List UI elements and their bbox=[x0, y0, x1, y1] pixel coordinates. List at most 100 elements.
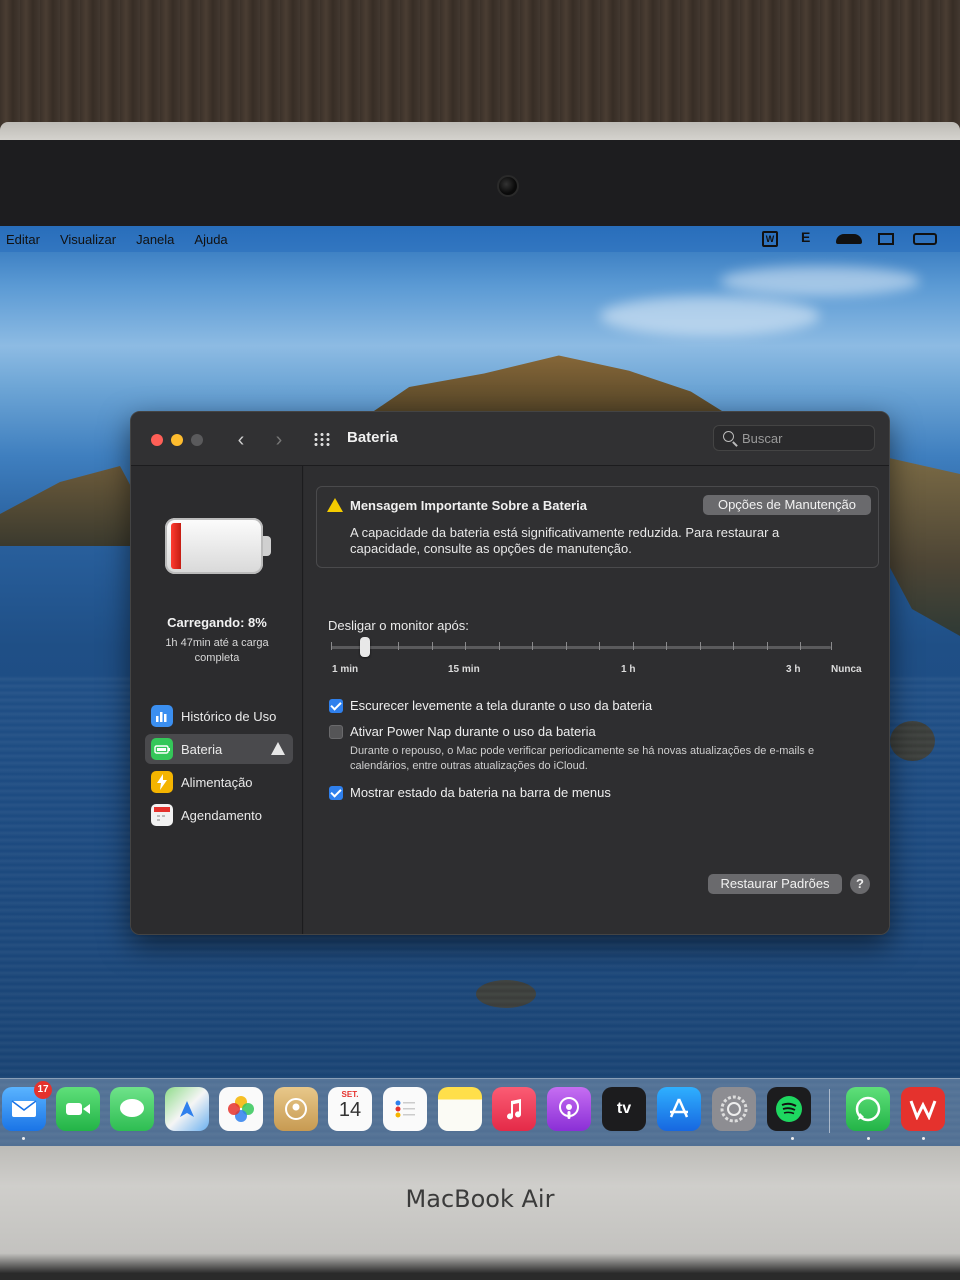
slider-tick bbox=[733, 642, 734, 650]
sidebar-item-alimentacao[interactable]: Alimentação bbox=[145, 767, 293, 797]
mail-badge: 17 bbox=[34, 1081, 52, 1099]
dock: 17 SET. 14 tv bbox=[0, 1078, 960, 1146]
alert-title: Mensagem Importante Sobre a Bateria bbox=[350, 498, 587, 513]
option-power-nap[interactable]: Ativar Power Nap durante o uso da bateri… bbox=[329, 724, 596, 739]
tick-label-3h: 3 h bbox=[786, 664, 801, 675]
mail-icon[interactable]: 17 bbox=[2, 1081, 52, 1131]
messages-icon[interactable] bbox=[110, 1087, 154, 1131]
screen: Editar Visualizar Janela Ajuda W E ‹ › B… bbox=[0, 226, 960, 1146]
slider-tick bbox=[831, 642, 832, 650]
webcam bbox=[497, 175, 519, 197]
option-label: Mostrar estado da bateria na barra de me… bbox=[350, 785, 611, 800]
laptop-brand-label: MacBook Air bbox=[405, 1185, 555, 1213]
running-indicator bbox=[791, 1137, 794, 1140]
podcasts-icon[interactable] bbox=[547, 1087, 591, 1131]
tv-label: tv bbox=[616, 1100, 632, 1117]
battery-level-fill bbox=[171, 523, 181, 569]
running-indicator bbox=[922, 1137, 925, 1140]
slider-tick bbox=[499, 642, 500, 650]
show-all-grid-icon[interactable] bbox=[313, 432, 331, 446]
calendar-day: 14 bbox=[338, 1099, 362, 1121]
apple-tv-icon[interactable]: tv bbox=[602, 1087, 646, 1131]
screen-bezel bbox=[0, 140, 960, 226]
cloud-status-icon[interactable] bbox=[836, 234, 862, 244]
menu-visualizar[interactable]: Visualizar bbox=[60, 232, 116, 247]
notes-icon[interactable] bbox=[438, 1087, 482, 1131]
battery-icon bbox=[151, 738, 173, 760]
warning-triangle-icon bbox=[327, 498, 343, 512]
menu-janela[interactable]: Janela bbox=[136, 232, 174, 247]
slider-tick bbox=[599, 642, 600, 650]
slider-tick bbox=[566, 642, 567, 650]
bar-chart-icon bbox=[151, 705, 173, 727]
battery-alert-box: Mensagem Importante Sobre a Bateria Opçõ… bbox=[316, 486, 879, 568]
option-show-battery-status[interactable]: Mostrar estado da bateria na barra de me… bbox=[329, 785, 611, 800]
slider-tick bbox=[633, 642, 634, 650]
wallpaper-island bbox=[0, 466, 150, 546]
battery-status-icon[interactable] bbox=[913, 233, 937, 245]
show-battery-status-checkbox[interactable] bbox=[329, 785, 343, 800]
sidebar-item-agendamento[interactable]: Agendamento bbox=[145, 800, 293, 830]
option-dim-display[interactable]: Escurecer levemente a tela durante o uso… bbox=[329, 698, 652, 713]
option-label: Escurecer levemente a tela durante o uso… bbox=[350, 698, 653, 713]
display-off-slider-knob[interactable] bbox=[360, 637, 370, 657]
battery-tip bbox=[263, 536, 271, 556]
wps-office-icon[interactable] bbox=[901, 1087, 945, 1131]
search-field[interactable] bbox=[713, 425, 875, 451]
sidebar-item-historico[interactable]: Histórico de Uso bbox=[145, 701, 293, 731]
forward-arrow-icon[interactable]: › bbox=[269, 429, 289, 452]
dim-display-checkbox[interactable] bbox=[329, 698, 343, 713]
app-store-icon[interactable] bbox=[657, 1087, 701, 1131]
charge-status-title: Carregando: 8% bbox=[167, 615, 267, 630]
tick-label-nunca: Nunca bbox=[831, 664, 862, 675]
app-status-icon[interactable]: E bbox=[801, 229, 810, 249]
slider-tick bbox=[331, 642, 332, 650]
back-arrow-icon[interactable]: ‹ bbox=[231, 429, 251, 452]
help-button[interactable]: ? bbox=[850, 874, 870, 894]
whatsapp-icon[interactable] bbox=[846, 1087, 890, 1131]
maintenance-options-button[interactable]: Opções de Manutenção bbox=[703, 495, 871, 515]
lightning-icon bbox=[151, 771, 173, 793]
calendar-icon bbox=[151, 804, 173, 826]
wallpaper-cloud bbox=[720, 266, 920, 296]
title-bar: ‹ › Bateria bbox=[131, 412, 889, 466]
slider-tick bbox=[666, 642, 667, 650]
restore-defaults-button[interactable]: Restaurar Padrões bbox=[708, 874, 842, 894]
calendar-dock-icon[interactable]: SET. 14 bbox=[328, 1087, 372, 1131]
music-icon[interactable] bbox=[492, 1087, 536, 1131]
laptop-bezel-bottom bbox=[0, 1146, 960, 1280]
slider-tick bbox=[465, 642, 466, 650]
power-nap-description: Durante o repouso, o Mac pode verificar … bbox=[350, 745, 815, 772]
system-preferences-icon[interactable] bbox=[712, 1087, 756, 1131]
window-title: Bateria bbox=[347, 429, 398, 446]
reminders-icon[interactable] bbox=[383, 1087, 427, 1131]
calendar-month: SET. bbox=[341, 1090, 359, 1099]
minimize-button[interactable] bbox=[171, 434, 183, 446]
battery-preferences-window: ‹ › Bateria Carregando: 8% 1h 47min até … bbox=[130, 411, 890, 935]
facetime-icon[interactable] bbox=[56, 1087, 100, 1131]
spotify-icon[interactable] bbox=[767, 1087, 811, 1131]
slider-tick bbox=[800, 642, 801, 650]
display-off-slider-track[interactable] bbox=[331, 646, 831, 649]
running-indicator bbox=[22, 1137, 25, 1140]
sidebar-item-bateria[interactable]: Bateria bbox=[145, 734, 293, 764]
search-input[interactable] bbox=[742, 429, 867, 447]
menu-ajuda[interactable]: Ajuda bbox=[194, 232, 227, 247]
wps-status-icon[interactable]: W bbox=[762, 231, 778, 247]
slider-tick bbox=[398, 642, 399, 650]
photos-icon[interactable] bbox=[219, 1087, 263, 1131]
display-status-icon[interactable] bbox=[878, 233, 894, 245]
contacts-icon[interactable] bbox=[274, 1087, 318, 1131]
battery-large-icon bbox=[165, 518, 271, 574]
wallpaper-island bbox=[880, 456, 960, 636]
charge-time-remaining: 1h 47min até a carga completa bbox=[165, 637, 269, 664]
display-off-label: Desligar o monitor após: bbox=[328, 618, 469, 633]
power-nap-checkbox[interactable] bbox=[329, 724, 343, 739]
zoom-button[interactable] bbox=[191, 434, 203, 446]
background-wood bbox=[0, 0, 960, 135]
close-button[interactable] bbox=[151, 434, 163, 446]
maps-icon[interactable] bbox=[165, 1087, 209, 1131]
option-label: Ativar Power Nap durante o uso da bateri… bbox=[350, 724, 596, 739]
menu-editar[interactable]: Editar bbox=[6, 232, 40, 247]
slider-tick bbox=[767, 642, 768, 650]
